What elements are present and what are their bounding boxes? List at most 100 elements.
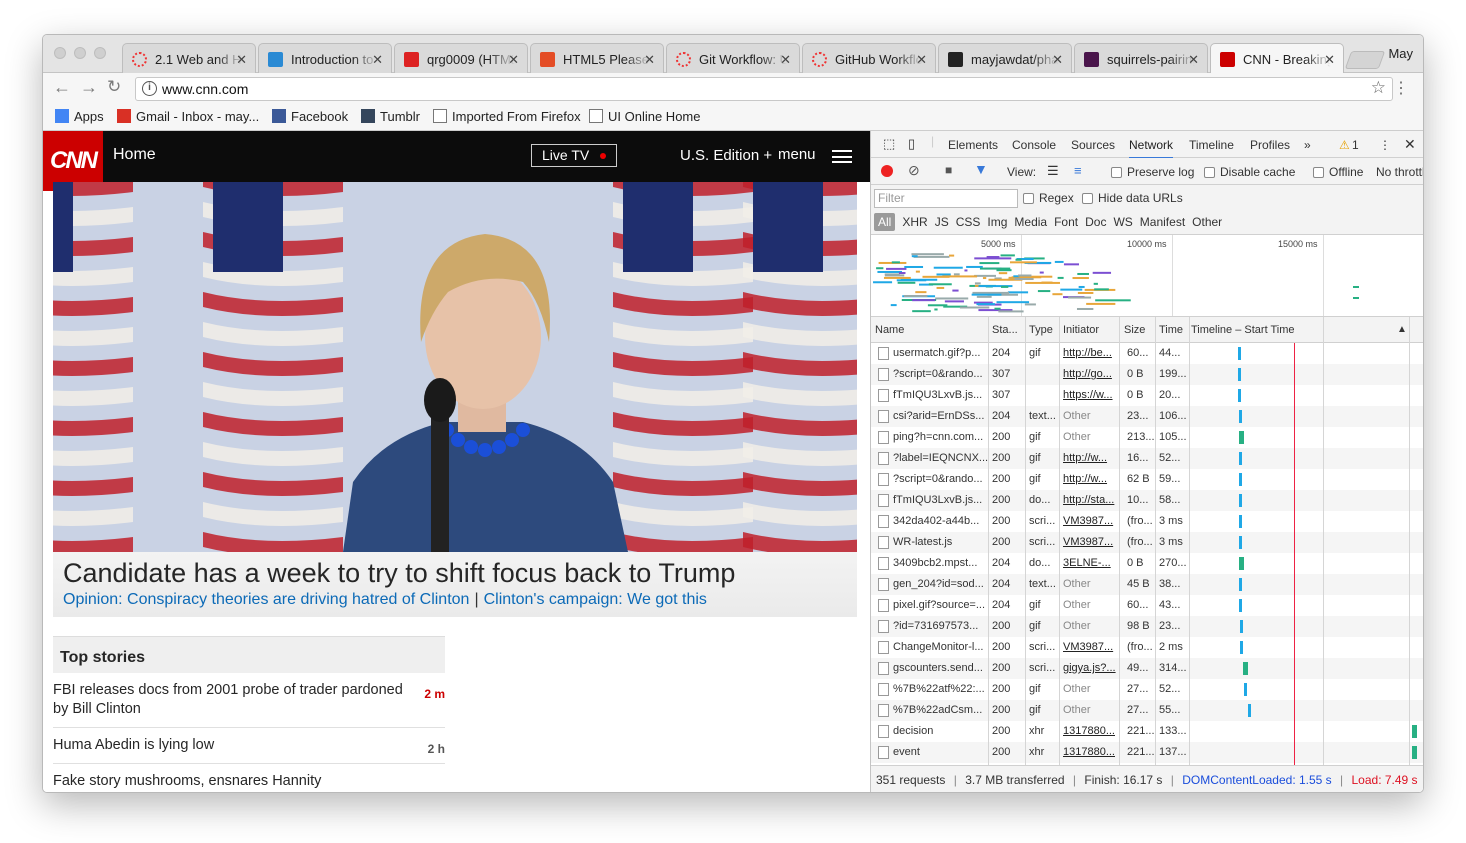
network-overview[interactable]: 5000 ms 10000 ms 15000 ms bbox=[871, 235, 1423, 317]
browser-tab[interactable]: 2.1 Web and Hypertext✕ bbox=[122, 43, 256, 74]
type-filter[interactable]: WS bbox=[1113, 215, 1132, 229]
column-divider[interactable] bbox=[1409, 317, 1410, 765]
column-divider[interactable] bbox=[1189, 317, 1190, 765]
sort-ascending-icon[interactable]: ▲ bbox=[1397, 324, 1407, 335]
regex-checkbox[interactable] bbox=[1023, 193, 1034, 204]
request-row[interactable]: pixel.gif?source=... 204 gif Other 60... 43..… bbox=[871, 595, 1423, 616]
column-divider[interactable] bbox=[988, 317, 989, 765]
devtools-tab[interactable]: Elements bbox=[948, 138, 998, 152]
request-row[interactable]: fTmIQU3LxvB.js... 307 https://w... 0 B 20... bbox=[871, 385, 1423, 406]
address-bar[interactable]: i www.cnn.com ☆ bbox=[135, 77, 1393, 101]
column-header[interactable]: Size bbox=[1124, 324, 1145, 336]
type-filter[interactable]: JS bbox=[935, 215, 949, 229]
story-headline[interactable]: Fake story mushrooms, ensnares Hannity bbox=[53, 773, 321, 789]
close-tab-icon[interactable]: ✕ bbox=[644, 44, 655, 74]
browser-menu-icon[interactable]: ⋮ bbox=[1393, 78, 1409, 98]
request-row[interactable]: gscounters.send... 200 scri... gigya.js?...… bbox=[871, 658, 1423, 679]
preserve-log-checkbox[interactable] bbox=[1111, 167, 1122, 178]
opinion-link[interactable]: Opinion: Conspiracy theories are driving… bbox=[63, 591, 469, 608]
bookmark-item[interactable]: Imported From Firefox bbox=[433, 109, 581, 124]
column-header[interactable]: Sta... bbox=[992, 324, 1018, 336]
hamburger-icon[interactable] bbox=[832, 150, 852, 163]
request-row[interactable]: fTmIQU3LxvB.js... 200 do... http://sta... 10… bbox=[871, 490, 1423, 511]
profile-name[interactable]: May bbox=[1388, 46, 1413, 61]
edition-selector[interactable]: U.S. Edition + bbox=[680, 147, 772, 164]
live-tv-button[interactable]: Live TV bbox=[531, 144, 617, 167]
type-filter[interactable]: Manifest bbox=[1140, 215, 1185, 229]
info-icon[interactable]: i bbox=[142, 81, 157, 96]
devtools-tab[interactable]: Profiles bbox=[1250, 138, 1290, 152]
bookmark-item[interactable]: Facebook bbox=[272, 109, 348, 124]
bookmark-item[interactable]: Apps bbox=[55, 109, 104, 124]
browser-tab[interactable]: squirrels-pairing ✕ bbox=[1074, 43, 1208, 74]
type-filter[interactable]: CSS bbox=[956, 215, 981, 229]
column-divider[interactable] bbox=[1059, 317, 1060, 765]
devtools-tab[interactable]: Sources bbox=[1071, 138, 1115, 152]
type-filter[interactable]: Doc bbox=[1085, 215, 1106, 229]
campaign-link[interactable]: Clinton's campaign: We got this bbox=[484, 591, 707, 608]
request-row[interactable]: %7B%22atf%22:... 200 gif Other 27... 52... bbox=[871, 679, 1423, 700]
throttling-select[interactable]: No throttling bbox=[1376, 165, 1423, 179]
hero-story[interactable]: Candidate has a week to try to shift foc… bbox=[53, 182, 857, 617]
home-link[interactable]: Home bbox=[113, 146, 156, 164]
column-header[interactable]: Type bbox=[1029, 324, 1053, 336]
disable-cache-checkbox[interactable] bbox=[1204, 167, 1215, 178]
request-row[interactable]: gen_204?id=sod... 204 text... Other 45 B 38..… bbox=[871, 574, 1423, 595]
forward-arrow-icon[interactable]: → bbox=[80, 77, 98, 98]
inspect-element-icon[interactable]: ⬚ bbox=[883, 136, 895, 152]
close-window-button[interactable] bbox=[54, 47, 66, 59]
column-header[interactable]: Time bbox=[1159, 324, 1183, 336]
request-initiator[interactable]: 1317880... bbox=[1063, 721, 1119, 742]
filter-input[interactable]: Filter bbox=[874, 189, 1018, 208]
close-tab-icon[interactable]: ✕ bbox=[1324, 44, 1335, 75]
request-initiator[interactable]: http://go... bbox=[1063, 364, 1119, 385]
offline-option[interactable]: Offline bbox=[1313, 165, 1363, 179]
request-initiator[interactable]: https://w... bbox=[1063, 385, 1119, 406]
list-view-icon[interactable]: ☰ bbox=[1047, 163, 1059, 179]
type-filter[interactable]: Media bbox=[1014, 215, 1047, 229]
request-row[interactable]: event 200 xhr 1317880... 221... 137... bbox=[871, 742, 1423, 763]
warning-icon[interactable]: ⚠ bbox=[1339, 138, 1350, 152]
column-header[interactable]: Timeline – Start Time bbox=[1191, 324, 1295, 336]
regex-option[interactable]: Regex bbox=[1023, 191, 1074, 205]
devtools-tab[interactable]: Network bbox=[1129, 138, 1174, 159]
close-tab-icon[interactable]: ✕ bbox=[1188, 44, 1199, 74]
column-divider[interactable] bbox=[1155, 317, 1156, 765]
browser-tab[interactable]: qrg0009 (HTML ✕ bbox=[394, 43, 528, 74]
close-tab-icon[interactable]: ✕ bbox=[780, 44, 791, 74]
story-item[interactable]: FBI releases docs from 2001 probe of tra… bbox=[53, 673, 445, 728]
request-initiator[interactable]: 1317880... bbox=[1063, 742, 1119, 763]
clear-icon[interactable]: ⊘ bbox=[908, 162, 920, 179]
bookmark-item[interactable]: UI Online Home bbox=[589, 109, 700, 124]
column-header[interactable]: Initiator bbox=[1063, 324, 1099, 336]
browser-tab[interactable]: GitHub Workflow ✕ bbox=[802, 43, 936, 74]
close-tab-icon[interactable]: ✕ bbox=[372, 44, 383, 74]
request-row[interactable]: WR-latest.js 200 scri... VM3987... (fro... 3 … bbox=[871, 532, 1423, 553]
story-item[interactable]: Fake story mushrooms, ensnares Hannity bbox=[53, 764, 445, 792]
column-divider[interactable] bbox=[1323, 317, 1324, 765]
reload-icon[interactable]: ↻ bbox=[107, 77, 121, 97]
back-arrow-icon[interactable]: ← bbox=[53, 77, 71, 98]
request-initiator[interactable]: VM3987... bbox=[1063, 532, 1119, 553]
hero-headline[interactable]: Candidate has a week to try to shift foc… bbox=[63, 558, 735, 589]
request-initiator[interactable]: http://w... bbox=[1063, 448, 1119, 469]
browser-tab[interactable]: Git Workflow: Using✕ bbox=[666, 43, 800, 74]
url-text[interactable]: www.cnn.com bbox=[162, 81, 248, 97]
more-tabs-icon[interactable]: » bbox=[1304, 138, 1311, 152]
devtools-tab[interactable]: Timeline bbox=[1189, 138, 1234, 152]
type-filter[interactable]: Other bbox=[1192, 215, 1222, 229]
request-initiator[interactable]: VM3987... bbox=[1063, 511, 1119, 532]
close-devtools-icon[interactable]: ✕ bbox=[1404, 136, 1416, 153]
bookmark-star-icon[interactable]: ☆ bbox=[1371, 77, 1386, 99]
story-headline[interactable]: Huma Abedin is lying low bbox=[53, 737, 214, 753]
request-row[interactable]: ping?h=cnn.com... 200 gif Other 213... 105... bbox=[871, 427, 1423, 448]
hero-image[interactable] bbox=[53, 182, 857, 552]
device-mode-icon[interactable]: ▯ bbox=[908, 136, 915, 152]
request-row[interactable]: ?script=0&rando... 200 gif http://w... 62 B5… bbox=[871, 469, 1423, 490]
close-tab-icon[interactable]: ✕ bbox=[916, 44, 927, 74]
type-filter[interactable]: Font bbox=[1054, 215, 1078, 229]
new-tab-button[interactable] bbox=[1344, 51, 1386, 69]
hide-data-urls-checkbox[interactable] bbox=[1082, 193, 1093, 204]
waterfall-view-icon[interactable]: ≡ bbox=[1074, 163, 1082, 178]
request-row[interactable]: %7B%22adCsm... 200 gif Other 27... 55... bbox=[871, 700, 1423, 721]
